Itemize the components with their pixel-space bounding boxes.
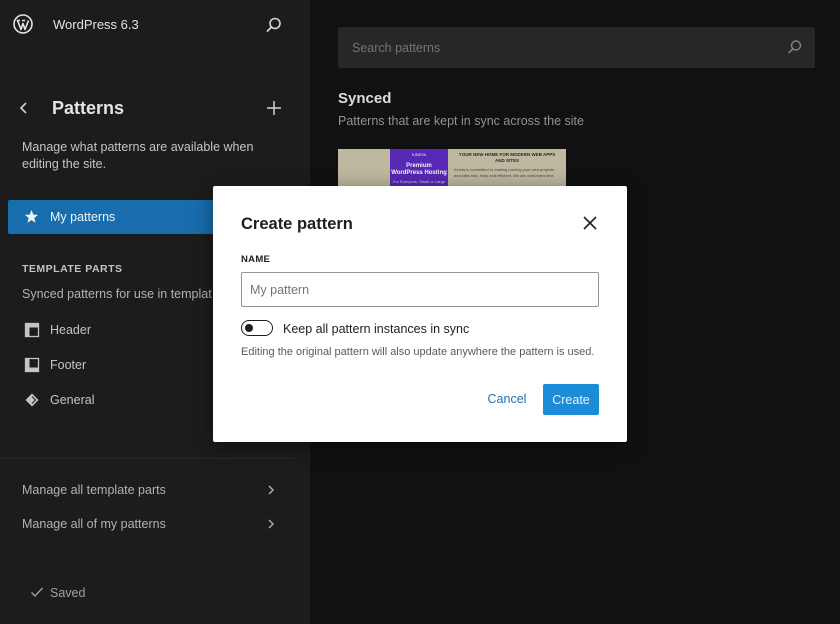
create-pattern-dialog: Create pattern NAME Keep all pattern ins… (213, 186, 627, 442)
sync-toggle-label: Keep all pattern instances in sync (283, 322, 469, 336)
dialog-title: Create pattern (241, 215, 353, 234)
sync-help-text: Editing the original pattern will also u… (241, 346, 594, 358)
create-button[interactable]: Create (543, 384, 599, 415)
pattern-name-input[interactable] (241, 272, 599, 307)
cancel-button[interactable]: Cancel (481, 384, 533, 414)
sync-toggle[interactable] (241, 320, 273, 336)
close-icon[interactable] (581, 214, 599, 232)
toggle-knob (245, 324, 253, 332)
name-field-label: NAME (241, 254, 270, 265)
